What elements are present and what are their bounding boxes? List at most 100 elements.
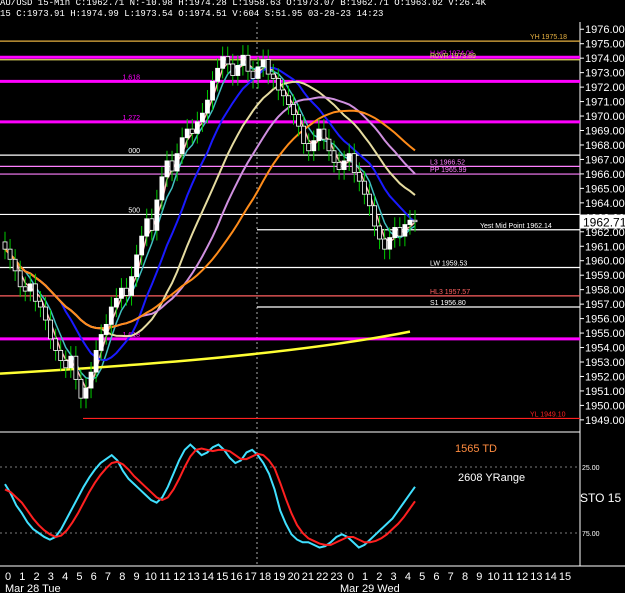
candle-body — [372, 205, 377, 227]
x-tick-label: 21 — [302, 571, 314, 583]
last-price-label: 1962.71 — [583, 216, 625, 230]
candle-body — [113, 297, 119, 308]
candle-body — [291, 104, 296, 115]
candle-body — [296, 114, 301, 127]
chart-canvas: 1976.001975.001974.001973.001972.001971.… — [0, 22, 625, 593]
candle-body — [22, 286, 28, 292]
y-tick-label: 1975.00 — [585, 39, 625, 51]
candle-body — [159, 176, 165, 201]
candle-body — [250, 70, 256, 79]
candle-body — [184, 128, 190, 139]
x-tick-label: 2 — [376, 571, 382, 583]
x-tick-label: 10 — [145, 571, 157, 583]
candle-body — [240, 54, 246, 66]
candle-body — [124, 287, 129, 296]
candle-body — [174, 153, 180, 172]
candle-body — [194, 121, 200, 134]
candle-body — [301, 125, 307, 144]
candle-body — [265, 59, 271, 75]
x-tick-label: 4 — [62, 571, 68, 583]
x-tick-label: 12 — [173, 571, 185, 583]
candle-body — [311, 140, 317, 152]
x-tick-label: 3 — [391, 571, 397, 583]
y-tick-label: 1958.00 — [585, 285, 625, 297]
y-tick-label: 1965.00 — [585, 183, 625, 195]
y-tick-label: 1949.00 — [585, 415, 625, 427]
candle-body — [321, 128, 327, 140]
candle-body — [149, 218, 155, 231]
x-tick-label: 7 — [448, 571, 454, 583]
y-tick-label: 1950.00 — [585, 400, 625, 412]
moving-average-line — [4, 80, 416, 338]
candle-body — [351, 153, 357, 173]
y-tick-label: 1960.00 — [585, 256, 625, 268]
level-label: YL 1949.10 — [530, 411, 566, 418]
level-label: 500 — [128, 207, 140, 214]
candle-body — [38, 300, 43, 308]
candle-body — [103, 323, 109, 335]
candle-body — [27, 283, 33, 292]
x-tick-label: 8 — [462, 571, 468, 583]
y-tick-label: 1955.00 — [585, 328, 625, 340]
y-tick-label: 1954.00 — [585, 343, 625, 355]
candle-body — [361, 180, 367, 195]
candle-body — [53, 338, 59, 351]
candle-body — [377, 225, 382, 240]
stoch-level-label: 75.00 — [582, 531, 600, 538]
x-tick-label: 13 — [188, 571, 200, 583]
candle-body — [68, 355, 74, 369]
level-label: 1.618 — [122, 74, 140, 81]
y-tick-label: 1970.00 — [585, 111, 625, 123]
date-label: Mar 28 Tue — [5, 583, 61, 593]
candle-body — [179, 137, 185, 155]
candle-body — [215, 67, 220, 82]
x-tick-label: 11 — [159, 571, 170, 583]
level-label: LW 1959.53 — [430, 261, 467, 268]
candle-body — [316, 128, 322, 142]
candle-body — [12, 258, 18, 272]
level-label: YH 1975.18 — [530, 34, 567, 41]
candle-body — [270, 73, 276, 79]
x-tick-label: 8 — [119, 571, 125, 583]
candle-body — [169, 160, 175, 172]
candle-body — [48, 319, 53, 340]
candle-body — [98, 334, 104, 351]
level-label: L3 1966.52 — [430, 159, 465, 166]
candle-body — [58, 350, 64, 361]
candle-body — [367, 193, 372, 207]
y-tick-label: 1967.00 — [585, 154, 625, 166]
x-tick-label: 11 — [502, 571, 513, 583]
candle-body — [88, 371, 94, 389]
candle-body — [17, 270, 23, 288]
x-tick-label: 13 — [530, 571, 542, 583]
candle-body — [245, 54, 251, 72]
x-tick-label: 0 — [5, 571, 11, 583]
candle-body — [387, 237, 393, 250]
candle-body — [326, 138, 332, 152]
level-label: S1 1956.80 — [430, 300, 466, 307]
candle-body — [346, 153, 352, 162]
candle-body — [260, 59, 266, 68]
x-tick-label: 16 — [230, 571, 242, 583]
level-label: R0VR 1973.89 — [430, 53, 476, 60]
sto-label: STO 15 — [580, 491, 621, 505]
candle-body — [73, 355, 79, 380]
x-tick-label: 14 — [545, 571, 557, 583]
y-tick-label: 1969.00 — [585, 126, 625, 138]
y-tick-label: 1973.00 — [585, 68, 625, 80]
candle-body — [129, 276, 134, 296]
x-tick-label: 6 — [433, 571, 439, 583]
candle-body — [255, 66, 261, 79]
candle-body — [286, 95, 291, 105]
candle-body — [7, 248, 13, 260]
candle-body — [412, 219, 418, 223]
y-tick-label: 1966.00 — [585, 169, 625, 181]
stoch-fast-line — [4, 443, 416, 549]
candle-body — [235, 65, 241, 76]
x-tick-label: 7 — [105, 571, 111, 583]
candle-body — [225, 56, 231, 65]
y-tick-label: 1968.00 — [585, 140, 625, 152]
candle-body — [43, 306, 48, 321]
x-tick-label: 15 — [559, 571, 571, 583]
candle-body — [200, 112, 205, 123]
